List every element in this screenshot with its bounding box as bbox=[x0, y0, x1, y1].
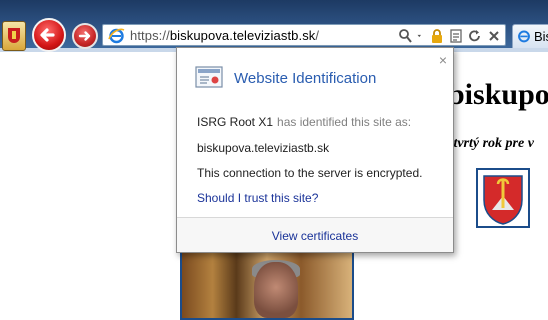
compatibility-icon[interactable] bbox=[449, 28, 463, 44]
coat-of-arms-image bbox=[476, 168, 530, 228]
url-text[interactable]: https://biskupova.televiziastb.sk/ bbox=[130, 28, 319, 43]
tab-label: Bis bbox=[534, 29, 548, 44]
dropdown-icon[interactable] bbox=[417, 28, 425, 44]
view-certificates-link[interactable]: View certificates bbox=[177, 229, 453, 243]
forward-button[interactable] bbox=[72, 23, 98, 49]
trust-site-link[interactable]: Should I trust this site? bbox=[197, 191, 318, 205]
issuer-line: ISRG Root X1 has identified this site as: bbox=[197, 115, 411, 129]
crest-icon bbox=[483, 175, 523, 225]
encryption-status: This connection to the server is encrypt… bbox=[197, 166, 423, 180]
page-heading: biskupov bbox=[448, 78, 548, 111]
refresh-icon[interactable] bbox=[468, 28, 482, 44]
popup-footer: View certificates bbox=[177, 217, 453, 252]
certificate-icon bbox=[195, 66, 223, 88]
tab-biskupova[interactable]: Bis bbox=[512, 24, 548, 48]
issuer-name: ISRG Root X1 bbox=[197, 115, 274, 129]
address-bar[interactable]: https://biskupova.televiziastb.sk/ bbox=[102, 24, 506, 46]
ie-logo-icon bbox=[108, 28, 125, 44]
identified-site: biskupova.televiziastb.sk bbox=[197, 141, 330, 155]
back-arrow-icon bbox=[40, 28, 55, 42]
ie-logo-icon bbox=[518, 30, 530, 43]
close-button[interactable]: × bbox=[439, 52, 447, 68]
address-bar-tools bbox=[398, 27, 501, 44]
lock-icon[interactable] bbox=[430, 28, 444, 44]
back-button[interactable] bbox=[32, 18, 66, 52]
stop-icon[interactable] bbox=[487, 28, 501, 44]
website-identification-popup: × Website Identification ISRG Root X1 has… bbox=[176, 47, 454, 253]
search-icon[interactable] bbox=[398, 28, 412, 44]
identified-text: has identified this site as: bbox=[277, 115, 412, 129]
portrait-photo bbox=[180, 250, 354, 320]
forward-arrow-icon bbox=[78, 31, 91, 41]
popup-title: Website Identification bbox=[234, 70, 377, 87]
favorites-crest-icon[interactable] bbox=[2, 21, 26, 51]
page-subtitle: štvrtý rok pre v bbox=[448, 136, 534, 151]
